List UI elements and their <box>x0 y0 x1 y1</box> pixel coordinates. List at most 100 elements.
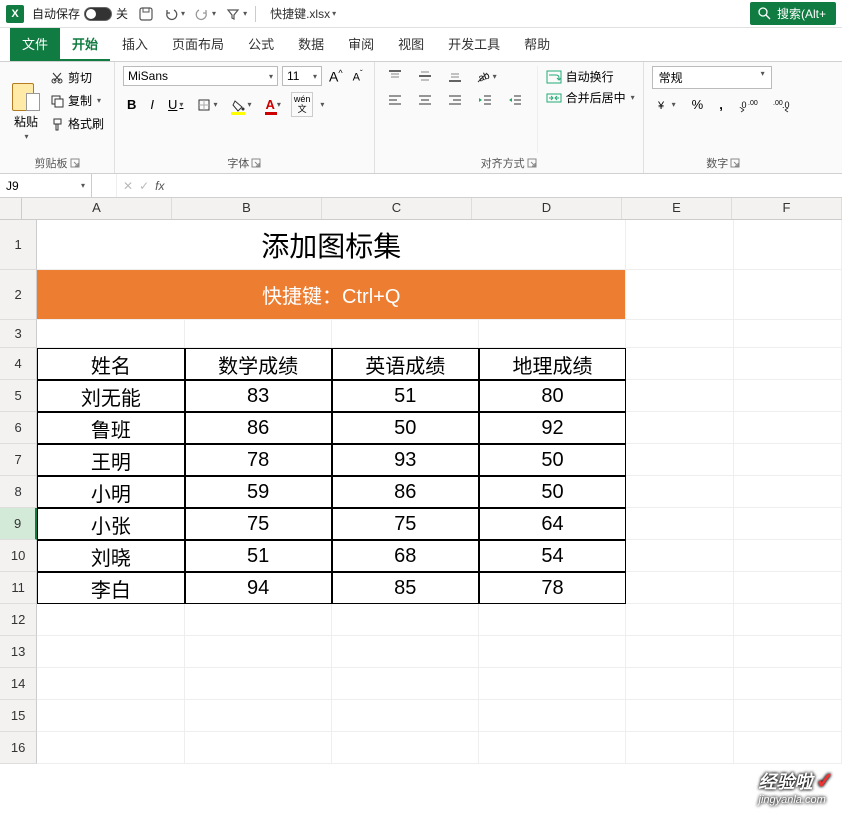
align-center-button[interactable] <box>413 90 437 110</box>
cell[interactable] <box>734 540 842 572</box>
dialog-launcher-icon[interactable] <box>251 158 261 168</box>
col-header-E[interactable]: E <box>622 198 732 219</box>
cell[interactable] <box>37 320 184 348</box>
increase-font-button[interactable]: A^ <box>326 68 346 85</box>
row-header[interactable]: 9 <box>0 508 37 540</box>
cell[interactable] <box>734 476 842 508</box>
align-left-button[interactable] <box>383 90 407 110</box>
save-icon[interactable] <box>138 6 154 22</box>
table-cell[interactable]: 94 <box>185 572 332 604</box>
cell[interactable] <box>626 732 734 764</box>
col-header-F[interactable]: F <box>732 198 842 219</box>
table-cell[interactable]: 59 <box>185 476 332 508</box>
name-box[interactable]: J9▾ <box>0 174 92 197</box>
cell[interactable] <box>332 320 479 348</box>
cell[interactable] <box>37 732 184 764</box>
phonetic-button[interactable]: wén文 <box>291 92 314 117</box>
table-header[interactable]: 数学成绩 <box>185 348 332 380</box>
table-cell[interactable]: 78 <box>479 572 626 604</box>
wrap-text-button[interactable]: 自动换行 <box>546 68 635 85</box>
accounting-format-button[interactable]: ¥▾ <box>652 95 680 114</box>
increase-decimal-button[interactable]: .0.00 <box>735 95 761 114</box>
row-header[interactable]: 2 <box>0 270 37 320</box>
table-cell[interactable]: 86 <box>332 476 479 508</box>
cell[interactable] <box>626 380 734 412</box>
table-cell[interactable]: 鲁班 <box>37 412 184 444</box>
font-size-select[interactable]: 11▾ <box>282 66 322 86</box>
cell[interactable] <box>626 476 734 508</box>
cell[interactable] <box>185 700 332 732</box>
italic-button[interactable]: I <box>146 95 158 114</box>
row-header[interactable]: 4 <box>0 348 37 380</box>
table-cell[interactable]: 50 <box>479 444 626 476</box>
font-color-button[interactable]: A ▾ <box>261 95 284 114</box>
cell[interactable] <box>626 604 734 636</box>
row-header[interactable]: 14 <box>0 668 37 700</box>
filter-icon[interactable]: ▾ <box>226 7 247 21</box>
format-painter-button[interactable]: 格式刷 <box>48 114 106 133</box>
col-header-B[interactable]: B <box>172 198 322 219</box>
cell[interactable] <box>479 700 626 732</box>
cell[interactable] <box>734 508 842 540</box>
col-header-D[interactable]: D <box>472 198 622 219</box>
bold-button[interactable]: B <box>123 95 140 114</box>
align-top-button[interactable] <box>383 66 407 86</box>
cell[interactable] <box>626 220 734 270</box>
tab-insert[interactable]: 插入 <box>110 28 160 61</box>
copy-button[interactable]: 复制▾ <box>48 91 106 110</box>
cell[interactable] <box>185 604 332 636</box>
cell[interactable] <box>626 270 734 320</box>
cell[interactable] <box>479 732 626 764</box>
row-header[interactable]: 8 <box>0 476 37 508</box>
table-cell[interactable]: 刘无能 <box>37 380 184 412</box>
search-box[interactable]: 搜索(Alt+ <box>750 2 836 25</box>
undo-button[interactable]: ▾ <box>164 7 185 21</box>
worksheet[interactable]: ABCDEF 1添加图标集2快捷键：Ctrl+Q34姓名数学成绩英语成绩地理成绩… <box>0 198 842 764</box>
tab-home[interactable]: 开始 <box>60 28 110 61</box>
table-cell[interactable]: 64 <box>479 508 626 540</box>
table-cell[interactable]: 68 <box>332 540 479 572</box>
borders-button[interactable]: ▾ <box>193 96 221 114</box>
tab-file[interactable]: 文件 <box>10 28 60 61</box>
cell[interactable] <box>734 444 842 476</box>
cell[interactable] <box>626 700 734 732</box>
table-cell[interactable]: 50 <box>332 412 479 444</box>
table-cell[interactable]: 小明 <box>37 476 184 508</box>
cell[interactable] <box>626 348 734 380</box>
cancel-icon[interactable]: ✕ <box>123 179 133 193</box>
cell[interactable] <box>185 668 332 700</box>
dialog-launcher-icon[interactable] <box>70 158 80 168</box>
tab-review[interactable]: 审阅 <box>336 28 386 61</box>
decrease-font-button[interactable]: Aˇ <box>350 69 366 84</box>
tab-view[interactable]: 视图 <box>386 28 436 61</box>
cell[interactable] <box>734 572 842 604</box>
tab-layout[interactable]: 页面布局 <box>160 28 236 61</box>
percent-button[interactable]: % <box>688 95 708 114</box>
table-cell[interactable]: 75 <box>185 508 332 540</box>
font-name-select[interactable]: MiSans▾ <box>123 66 278 86</box>
cell[interactable] <box>332 700 479 732</box>
toggle-icon[interactable] <box>84 7 112 21</box>
cell[interactable] <box>626 540 734 572</box>
cell[interactable] <box>626 572 734 604</box>
table-cell[interactable]: 王明 <box>37 444 184 476</box>
row-header[interactable]: 13 <box>0 636 37 668</box>
table-cell[interactable]: 92 <box>479 412 626 444</box>
cell[interactable] <box>734 604 842 636</box>
decrease-indent-button[interactable] <box>473 90 497 110</box>
cell[interactable] <box>626 668 734 700</box>
comma-button[interactable]: , <box>715 95 727 114</box>
table-cell[interactable]: 小张 <box>37 508 184 540</box>
cell[interactable] <box>734 700 842 732</box>
cell[interactable] <box>734 668 842 700</box>
dialog-launcher-icon[interactable] <box>730 158 740 168</box>
fx-icon[interactable]: fx <box>155 179 164 193</box>
cut-button[interactable]: 剪切 <box>48 68 106 87</box>
align-middle-button[interactable] <box>413 66 437 86</box>
cell[interactable] <box>734 412 842 444</box>
row-header[interactable]: 6 <box>0 412 37 444</box>
cell[interactable] <box>37 636 184 668</box>
cell[interactable] <box>185 320 332 348</box>
cell[interactable] <box>626 320 734 348</box>
table-cell[interactable]: 李白 <box>37 572 184 604</box>
